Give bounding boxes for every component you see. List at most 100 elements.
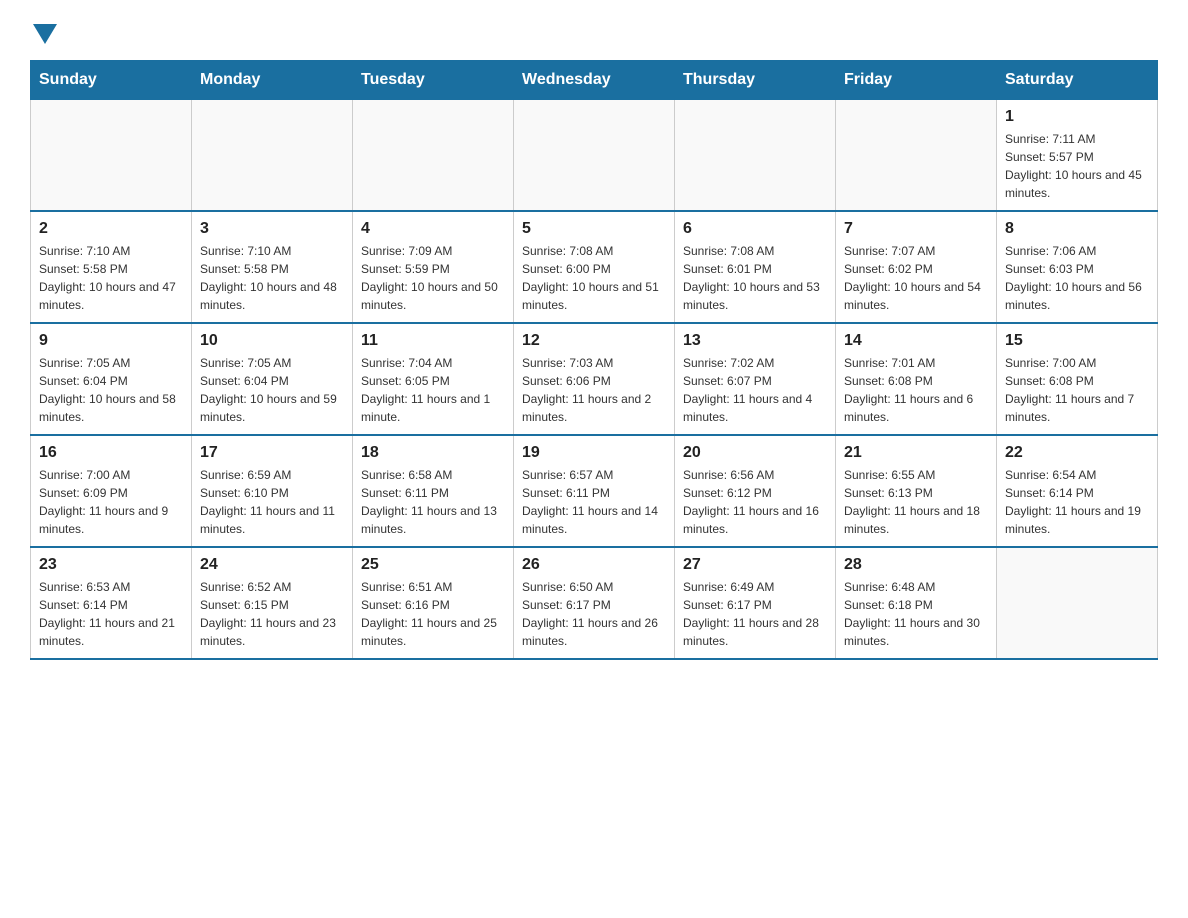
day-number: 18 bbox=[361, 444, 505, 462]
day-info: Sunrise: 6:48 AM Sunset: 6:18 PM Dayligh… bbox=[844, 578, 988, 650]
day-info: Sunrise: 6:49 AM Sunset: 6:17 PM Dayligh… bbox=[683, 578, 827, 650]
calendar-cell: 15 Sunrise: 7:00 AM Sunset: 6:08 PM Dayli… bbox=[997, 323, 1158, 435]
day-number: 14 bbox=[844, 332, 988, 350]
calendar-cell: 25Sunrise: 6:51 AM Sunset: 6:16 PM Dayli… bbox=[353, 547, 514, 659]
calendar-cell: 6Sunrise: 7:08 AM Sunset: 6:01 PM Daylig… bbox=[675, 211, 836, 323]
calendar-header-row: SundayMondayTuesdayWednesdayThursdayFrid… bbox=[31, 61, 1158, 100]
calendar-table: SundayMondayTuesdayWednesdayThursdayFrid… bbox=[30, 60, 1158, 660]
day-info: Sunrise: 6:56 AM Sunset: 6:12 PM Dayligh… bbox=[683, 466, 827, 538]
day-info: Sunrise: 7:10 AM Sunset: 5:58 PM Dayligh… bbox=[39, 242, 183, 314]
day-info: Sunrise: 7:00 AM Sunset: 6:09 PM Dayligh… bbox=[39, 466, 183, 538]
calendar-cell: 28 Sunrise: 6:48 AM Sunset: 6:18 PM Dayli… bbox=[836, 547, 997, 659]
day-info: Sunrise: 7:05 AM Sunset: 6:04 PM Dayligh… bbox=[39, 354, 183, 426]
day-info: Sunrise: 6:57 AM Sunset: 6:11 PM Dayligh… bbox=[522, 466, 666, 538]
calendar-cell bbox=[836, 100, 997, 212]
day-number: 15 bbox=[1005, 332, 1149, 350]
calendar-cell bbox=[353, 100, 514, 212]
day-info: Sunrise: 6:52 AM Sunset: 6:15 PM Dayligh… bbox=[200, 578, 344, 650]
logo bbox=[30, 20, 57, 44]
calendar-cell: 27 Sunrise: 6:49 AM Sunset: 6:17 PM Dayli… bbox=[675, 547, 836, 659]
calendar-cell: 14 Sunrise: 7:01 AM Sunset: 6:08 PM Dayli… bbox=[836, 323, 997, 435]
calendar-cell: 16 Sunrise: 7:00 AM Sunset: 6:09 PM Dayli… bbox=[31, 435, 192, 547]
day-info: Sunrise: 6:55 AM Sunset: 6:13 PM Dayligh… bbox=[844, 466, 988, 538]
day-number: 7 bbox=[844, 220, 988, 238]
day-number: 22 bbox=[1005, 444, 1149, 462]
day-number: 27 bbox=[683, 556, 827, 574]
calendar-cell: 2 Sunrise: 7:10 AM Sunset: 5:58 PM Daylig… bbox=[31, 211, 192, 323]
day-number: 5 bbox=[522, 220, 666, 238]
day-number: 4 bbox=[361, 220, 505, 238]
calendar-cell: 9 Sunrise: 7:05 AM Sunset: 6:04 PM Daylig… bbox=[31, 323, 192, 435]
calendar-cell: 19 Sunrise: 6:57 AM Sunset: 6:11 PM Dayli… bbox=[514, 435, 675, 547]
calendar-week-row: 16 Sunrise: 7:00 AM Sunset: 6:09 PM Dayli… bbox=[31, 435, 1158, 547]
day-info: Sunrise: 7:09 AM Sunset: 5:59 PM Dayligh… bbox=[361, 242, 505, 314]
day-header-friday: Friday bbox=[836, 61, 997, 100]
calendar-cell bbox=[675, 100, 836, 212]
day-number: 9 bbox=[39, 332, 183, 350]
day-number: 10 bbox=[200, 332, 344, 350]
day-number: 20 bbox=[683, 444, 827, 462]
day-info: Sunrise: 7:11 AM Sunset: 5:57 PM Dayligh… bbox=[1005, 130, 1149, 202]
calendar-cell: 3 Sunrise: 7:10 AM Sunset: 5:58 PM Daylig… bbox=[192, 211, 353, 323]
calendar-cell: 23 Sunrise: 6:53 AM Sunset: 6:14 PM Dayli… bbox=[31, 547, 192, 659]
calendar-cell: 20 Sunrise: 6:56 AM Sunset: 6:12 PM Dayli… bbox=[675, 435, 836, 547]
day-info: Sunrise: 6:54 AM Sunset: 6:14 PM Dayligh… bbox=[1005, 466, 1149, 538]
day-number: 8 bbox=[1005, 220, 1149, 238]
day-header-wednesday: Wednesday bbox=[514, 61, 675, 100]
calendar-cell bbox=[514, 100, 675, 212]
calendar-cell: 4 Sunrise: 7:09 AM Sunset: 5:59 PM Daylig… bbox=[353, 211, 514, 323]
calendar-week-row: 9 Sunrise: 7:05 AM Sunset: 6:04 PM Daylig… bbox=[31, 323, 1158, 435]
day-number: 24 bbox=[200, 556, 344, 574]
day-number: 12 bbox=[522, 332, 666, 350]
day-info: Sunrise: 7:08 AM Sunset: 6:00 PM Dayligh… bbox=[522, 242, 666, 314]
day-info: Sunrise: 7:07 AM Sunset: 6:02 PM Dayligh… bbox=[844, 242, 988, 314]
calendar-cell bbox=[31, 100, 192, 212]
calendar-cell: 21 Sunrise: 6:55 AM Sunset: 6:13 PM Dayli… bbox=[836, 435, 997, 547]
day-number: 28 bbox=[844, 556, 988, 574]
day-number: 13 bbox=[683, 332, 827, 350]
calendar-cell: 26 Sunrise: 6:50 AM Sunset: 6:17 PM Dayli… bbox=[514, 547, 675, 659]
logo-triangle-icon bbox=[33, 24, 57, 44]
day-number: 11 bbox=[361, 332, 505, 350]
day-info: Sunrise: 6:58 AM Sunset: 6:11 PM Dayligh… bbox=[361, 466, 505, 538]
day-info: Sunrise: 7:03 AM Sunset: 6:06 PM Dayligh… bbox=[522, 354, 666, 426]
day-number: 21 bbox=[844, 444, 988, 462]
day-header-sunday: Sunday bbox=[31, 61, 192, 100]
day-number: 17 bbox=[200, 444, 344, 462]
calendar-cell: 13 Sunrise: 7:02 AM Sunset: 6:07 PM Dayli… bbox=[675, 323, 836, 435]
calendar-cell: 1 Sunrise: 7:11 AM Sunset: 5:57 PM Daylig… bbox=[997, 100, 1158, 212]
day-number: 3 bbox=[200, 220, 344, 238]
calendar-cell: 22 Sunrise: 6:54 AM Sunset: 6:14 PM Dayli… bbox=[997, 435, 1158, 547]
calendar-cell bbox=[192, 100, 353, 212]
day-number: 19 bbox=[522, 444, 666, 462]
day-info: Sunrise: 6:50 AM Sunset: 6:17 PM Dayligh… bbox=[522, 578, 666, 650]
day-info: Sunrise: 7:02 AM Sunset: 6:07 PM Dayligh… bbox=[683, 354, 827, 426]
day-info: Sunrise: 7:10 AM Sunset: 5:58 PM Dayligh… bbox=[200, 242, 344, 314]
day-info: Sunrise: 7:00 AM Sunset: 6:08 PM Dayligh… bbox=[1005, 354, 1149, 426]
day-number: 23 bbox=[39, 556, 183, 574]
calendar-week-row: 2 Sunrise: 7:10 AM Sunset: 5:58 PM Daylig… bbox=[31, 211, 1158, 323]
day-number: 6 bbox=[683, 220, 827, 238]
calendar-cell: 10 Sunrise: 7:05 AM Sunset: 6:04 PM Dayli… bbox=[192, 323, 353, 435]
day-info: Sunrise: 6:59 AM Sunset: 6:10 PM Dayligh… bbox=[200, 466, 344, 538]
day-header-monday: Monday bbox=[192, 61, 353, 100]
day-number: 16 bbox=[39, 444, 183, 462]
calendar-cell: 8 Sunrise: 7:06 AM Sunset: 6:03 PM Daylig… bbox=[997, 211, 1158, 323]
page-header bbox=[30, 20, 1158, 44]
day-header-saturday: Saturday bbox=[997, 61, 1158, 100]
day-info: Sunrise: 7:04 AM Sunset: 6:05 PM Dayligh… bbox=[361, 354, 505, 426]
calendar-cell: 11 Sunrise: 7:04 AM Sunset: 6:05 PM Dayli… bbox=[353, 323, 514, 435]
calendar-cell: 17 Sunrise: 6:59 AM Sunset: 6:10 PM Dayli… bbox=[192, 435, 353, 547]
calendar-cell: 24 Sunrise: 6:52 AM Sunset: 6:15 PM Dayli… bbox=[192, 547, 353, 659]
calendar-cell: 12 Sunrise: 7:03 AM Sunset: 6:06 PM Dayli… bbox=[514, 323, 675, 435]
day-header-tuesday: Tuesday bbox=[353, 61, 514, 100]
calendar-week-row: 23 Sunrise: 6:53 AM Sunset: 6:14 PM Dayli… bbox=[31, 547, 1158, 659]
day-info: Sunrise: 7:01 AM Sunset: 6:08 PM Dayligh… bbox=[844, 354, 988, 426]
day-number: 2 bbox=[39, 220, 183, 238]
day-number: 26 bbox=[522, 556, 666, 574]
calendar-week-row: 1 Sunrise: 7:11 AM Sunset: 5:57 PM Daylig… bbox=[31, 100, 1158, 212]
day-info: Sunrise: 7:05 AM Sunset: 6:04 PM Dayligh… bbox=[200, 354, 344, 426]
day-number: 1 bbox=[1005, 108, 1149, 126]
day-info: Sunrise: 7:06 AM Sunset: 6:03 PM Dayligh… bbox=[1005, 242, 1149, 314]
day-info: Sunrise: 6:53 AM Sunset: 6:14 PM Dayligh… bbox=[39, 578, 183, 650]
